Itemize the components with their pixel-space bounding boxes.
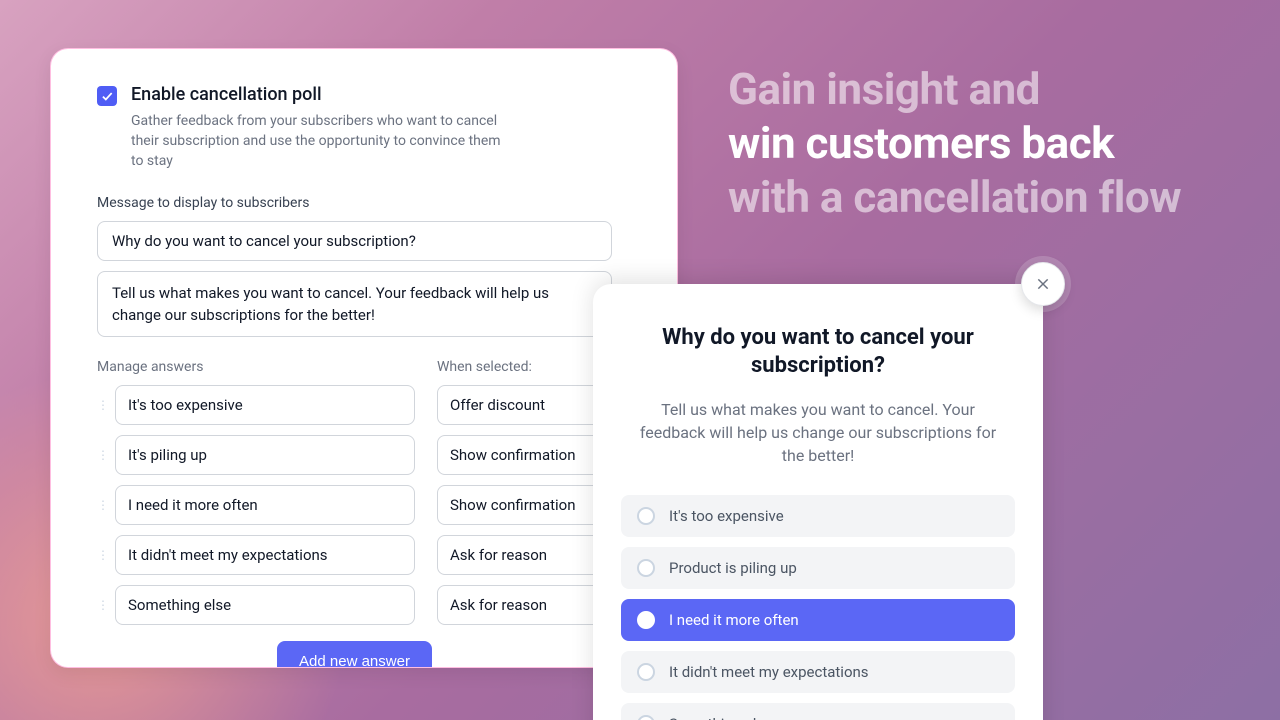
radio-icon	[637, 507, 655, 525]
close-button[interactable]	[1021, 262, 1065, 306]
drag-handle-icon[interactable]: ⋮⋮	[97, 599, 107, 611]
drag-handle-icon[interactable]: ⋮⋮	[97, 399, 107, 411]
answer-row: ⋮⋮ It didn't meet my expectations	[97, 535, 415, 575]
drag-handle-icon[interactable]: ⋮⋮	[97, 499, 107, 511]
enable-poll-label: Enable cancellation poll	[131, 83, 511, 107]
answer-action-select[interactable]: Ask for reason	[437, 585, 612, 625]
answer-input[interactable]: I need it more often	[115, 485, 415, 525]
enable-poll-description: Gather feedback from your subscribers wh…	[131, 111, 511, 171]
enable-poll-row: Enable cancellation poll Gather feedback…	[97, 83, 631, 171]
answer-input[interactable]: It's piling up	[115, 435, 415, 475]
drag-handle-icon[interactable]: ⋮⋮	[97, 549, 107, 561]
answer-row: ⋮⋮ Something else	[97, 585, 415, 625]
answers-grid: Manage answers ⋮⋮ It's too expensive ⋮⋮ …	[97, 359, 612, 635]
poll-body-input[interactable]: Tell us what makes you want to cancel. Y…	[97, 271, 612, 337]
poll-option[interactable]: Something else	[621, 703, 1015, 720]
poll-option[interactable]: I need it more often	[621, 599, 1015, 641]
enable-poll-text: Enable cancellation poll Gather feedback…	[131, 83, 511, 171]
answer-action-select[interactable]: Show confirmation	[437, 485, 612, 525]
marketing-headline: Gain insight and win customers back with…	[728, 62, 1181, 224]
check-icon	[100, 89, 114, 103]
answer-row: ⋮⋮ I need it more often	[97, 485, 415, 525]
headline-line-3: with a cancellation flow	[728, 170, 1181, 224]
poll-option-label: It's too expensive	[669, 507, 784, 525]
when-selected-column: When selected: Offer discount Show confi…	[437, 359, 612, 635]
manage-answers-column: Manage answers ⋮⋮ It's too expensive ⋮⋮ …	[97, 359, 415, 635]
add-new-answer-button[interactable]: Add new answer	[277, 641, 432, 668]
manage-answers-label: Manage answers	[97, 359, 415, 375]
when-selected-label: When selected:	[437, 359, 612, 375]
headline-line-1: Gain insight and	[728, 62, 1181, 116]
answer-action-select[interactable]: Offer discount	[437, 385, 612, 425]
cancellation-poll-preview: Why do you want to cancel your subscript…	[593, 284, 1043, 720]
poll-option[interactable]: It's too expensive	[621, 495, 1015, 537]
cancellation-poll-settings-card: Enable cancellation poll Gather feedback…	[50, 48, 678, 668]
answer-action-select[interactable]: Show confirmation	[437, 435, 612, 475]
poll-option-label: Product is piling up	[669, 559, 797, 577]
headline-line-2: win customers back	[728, 116, 1181, 170]
radio-icon	[637, 715, 655, 720]
answer-action-select[interactable]: Ask for reason	[437, 535, 612, 575]
enable-poll-checkbox[interactable]	[97, 86, 117, 106]
radio-icon	[637, 663, 655, 681]
answer-input[interactable]: Something else	[115, 585, 415, 625]
answer-row: ⋮⋮ It's too expensive	[97, 385, 415, 425]
radio-icon	[637, 559, 655, 577]
close-icon	[1035, 276, 1051, 292]
poll-option-label: Something else	[669, 715, 772, 720]
poll-description: Tell us what makes you want to cancel. Y…	[628, 398, 1008, 467]
drag-handle-icon[interactable]: ⋮⋮	[97, 449, 107, 461]
radio-icon	[637, 611, 655, 629]
poll-headline-input[interactable]: Why do you want to cancel your subscript…	[97, 221, 612, 261]
answer-input[interactable]: It didn't meet my expectations	[115, 535, 415, 575]
poll-option-label: It didn't meet my expectations	[669, 663, 869, 681]
answer-row: ⋮⋮ It's piling up	[97, 435, 415, 475]
answer-input[interactable]: It's too expensive	[115, 385, 415, 425]
message-section-label: Message to display to subscribers	[97, 195, 631, 211]
poll-option[interactable]: It didn't meet my expectations	[621, 651, 1015, 693]
poll-option-label: I need it more often	[669, 611, 799, 629]
poll-option[interactable]: Product is piling up	[621, 547, 1015, 589]
poll-title: Why do you want to cancel your subscript…	[658, 324, 978, 380]
